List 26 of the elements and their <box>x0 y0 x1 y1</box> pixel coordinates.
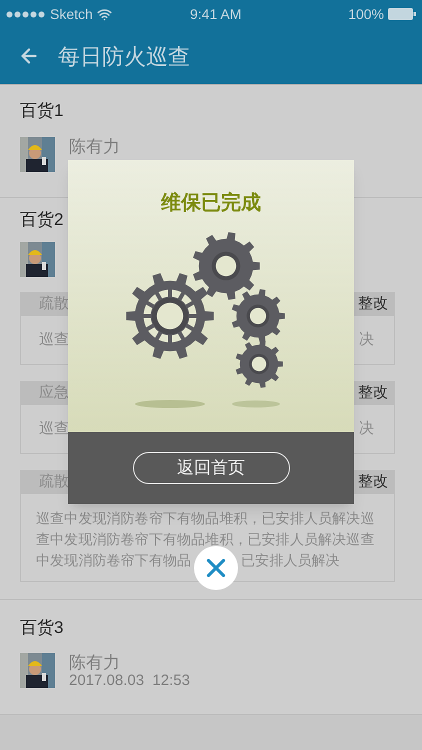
record-text: 巡查 <box>39 418 69 439</box>
record-status: 整改 <box>358 383 388 404</box>
wifi-icon <box>96 6 112 22</box>
record-text: 已安排人员解决 <box>241 551 340 570</box>
inspector-name: 陈有力 <box>69 137 120 158</box>
dialog-title: 维保已完成 <box>161 190 261 216</box>
record-text: 中发现消防卷帘下有物品 <box>36 551 192 570</box>
status-time: 9:41 AM <box>190 4 242 24</box>
inspection-time: 2017.08.03 12:53 <box>69 672 190 690</box>
record-text: 巡查 <box>39 330 69 350</box>
record-text: 决 <box>359 418 374 439</box>
record-text: 查中发现消防卷帘下有物品堆积，已安排人员解决巡查 <box>36 530 374 549</box>
home-button[interactable]: 返回首页 <box>132 452 290 484</box>
record-text: 巡查中发现消防卷帘下有物品堆积，已安排人员解决巡 <box>36 509 374 528</box>
battery-text: 100% <box>348 4 384 24</box>
store-name: 百货3 <box>20 617 64 639</box>
page-title: 每日防火巡查 <box>58 42 190 70</box>
record-status: 整改 <box>358 294 388 314</box>
signal-icon <box>6 10 46 18</box>
store-name: 百货1 <box>20 100 64 122</box>
carrier-text: Sketch <box>50 4 93 24</box>
store-name: 百货2 <box>20 209 64 231</box>
record-text: 决 <box>359 330 374 350</box>
record-status: 整改 <box>358 472 388 492</box>
battery-icon <box>388 8 416 20</box>
inspector-name: 陈有力 <box>69 653 121 672</box>
